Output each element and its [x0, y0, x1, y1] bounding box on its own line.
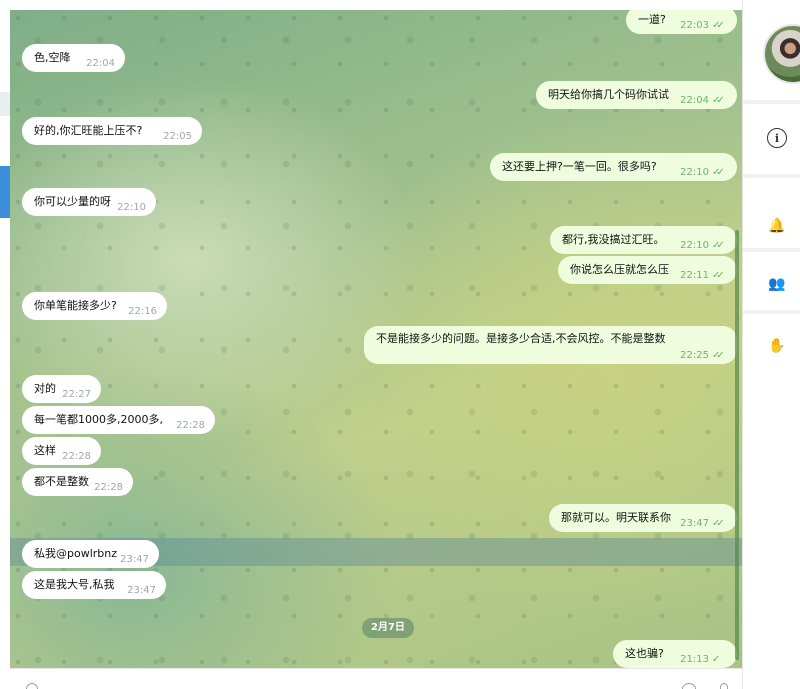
message-time: 22:28 [94, 482, 123, 493]
message-incoming[interactable]: 私我@powlrbnz 23:47 [22, 540, 159, 568]
microphone-icon[interactable] [720, 683, 728, 689]
read-check-icon: ✓✓ [712, 95, 725, 106]
message-text: 都不是整数 [34, 475, 89, 488]
message-outgoing[interactable]: 那就可以。明天联系你 23:47 ✓✓ [549, 504, 737, 532]
message-incoming[interactable]: 你单笔能接多少? 22:16 [22, 292, 167, 320]
message-outgoing[interactable]: 不是能接多少的问题。是接多少合适,不会风控。不能是整数 22:25 ✓✓ [364, 326, 737, 364]
message-incoming[interactable]: 色,空降 22:04 [22, 44, 125, 72]
message-text: 那就可以。明天联系你 [561, 511, 671, 524]
message-text: 色,空降 [34, 51, 71, 64]
message-input-bar[interactable] [10, 668, 742, 689]
read-check-icon: ✓✓ [712, 270, 725, 281]
divider [743, 174, 800, 178]
read-check-icon: ✓✓ [712, 167, 725, 178]
message-time: 22:05 [163, 131, 192, 142]
avatar[interactable] [763, 24, 800, 84]
message-text: 明天给你搞几个码你试试 [548, 88, 669, 101]
message-time: 22:10 [680, 167, 709, 178]
sent-check-icon: ✓ [712, 654, 720, 665]
message-time: 23:47 [120, 554, 149, 565]
message-text: 一道? [638, 13, 666, 26]
chat-window[interactable]: 一道? 22:03 ✓✓ 色,空降 22:04 明天给你搞几个码你试试 22:0… [10, 10, 742, 668]
message-outgoing[interactable]: 都行,我没搞过汇旺。 22:10 ✓✓ [550, 226, 737, 254]
message-time: 22:28 [176, 420, 205, 431]
message-time: 22:27 [62, 389, 91, 400]
members-icon[interactable]: 👥 [767, 274, 787, 294]
message-text: 你可以少量的呀 [34, 195, 111, 208]
message-time: 22:04 [680, 95, 709, 106]
read-check-icon: ✓✓ [712, 20, 725, 31]
message-incoming[interactable]: 都不是整数 22:28 [22, 468, 133, 496]
message-outgoing[interactable]: 这也骗? 21:13 ✓ [613, 640, 737, 668]
message-outgoing[interactable]: 明天给你搞几个码你试试 22:04 ✓✓ [536, 81, 737, 109]
bell-icon[interactable]: 🔔 [767, 216, 787, 236]
chat-scrollbar[interactable] [735, 230, 739, 660]
message-incoming[interactable]: 这是我大号,私我 23:47 [22, 571, 166, 599]
message-incoming[interactable]: 你可以少量的呀 22:10 [22, 188, 156, 216]
message-text: 这是我大号,私我 [34, 578, 115, 591]
right-info-panel: i 🔔 👥 ✋ [742, 0, 800, 689]
read-check-icon: ✓✓ [712, 350, 725, 361]
message-time: 23:47 [127, 585, 156, 596]
message-text: 私我@powlrbnz [34, 547, 118, 560]
message-text: 这样 [34, 444, 56, 457]
read-check-icon: ✓✓ [712, 518, 725, 529]
message-outgoing[interactable]: 你说怎么压就怎么压 22:11 ✓✓ [558, 256, 737, 284]
message-outgoing[interactable]: 一道? 22:03 ✓✓ [626, 10, 737, 34]
message-time: 23:47 [680, 518, 709, 529]
message-time: 22:25 [680, 350, 709, 361]
message-incoming[interactable]: 每一笔都1000多,2000多, 22:28 [22, 406, 215, 434]
message-text: 好的,你汇旺能上压不? [34, 124, 143, 137]
message-time: 22:10 [680, 240, 709, 251]
message-text: 这也骗? [625, 647, 664, 660]
chat-list-strip [0, 0, 10, 689]
message-outgoing[interactable]: 这还要上押?一笔一回。很多吗? 22:10 ✓✓ [490, 153, 737, 181]
message-time: 22:10 [117, 202, 146, 213]
hand-icon[interactable]: ✋ [767, 336, 787, 356]
message-text: 都行,我没搞过汇旺。 [562, 233, 665, 246]
message-text: 你单笔能接多少? [34, 299, 117, 312]
message-text: 对的 [34, 382, 56, 395]
chat-list-item-selected[interactable] [0, 166, 10, 218]
message-time: 21:13 [680, 654, 709, 665]
message-incoming[interactable]: 对的 22:27 [22, 375, 101, 403]
search-icon[interactable] [26, 683, 38, 689]
message-time: 22:11 [680, 270, 709, 281]
message-time: 22:04 [86, 58, 115, 69]
divider [743, 248, 800, 252]
chat-list-item-hover[interactable] [0, 92, 10, 116]
message-text: 不是能接多少的问题。是接多少合适,不会风控。不能是整数 [376, 332, 666, 345]
message-time: 22:28 [62, 451, 91, 462]
message-text: 每一笔都1000多,2000多, [34, 413, 163, 426]
emoji-icon[interactable] [682, 683, 696, 689]
divider [743, 100, 800, 104]
message-incoming[interactable]: 好的,你汇旺能上压不? 22:05 [22, 117, 202, 145]
read-check-icon: ✓✓ [712, 240, 725, 251]
message-text: 你说怎么压就怎么压 [570, 263, 669, 276]
info-icon[interactable]: i [767, 128, 787, 148]
divider [743, 310, 800, 314]
date-divider: 2月7日 [362, 618, 414, 638]
message-text: 这还要上押?一笔一回。很多吗? [502, 160, 657, 173]
message-time: 22:03 [680, 20, 709, 31]
message-incoming[interactable]: 这样 22:28 [22, 437, 101, 465]
message-time: 22:16 [128, 306, 157, 317]
